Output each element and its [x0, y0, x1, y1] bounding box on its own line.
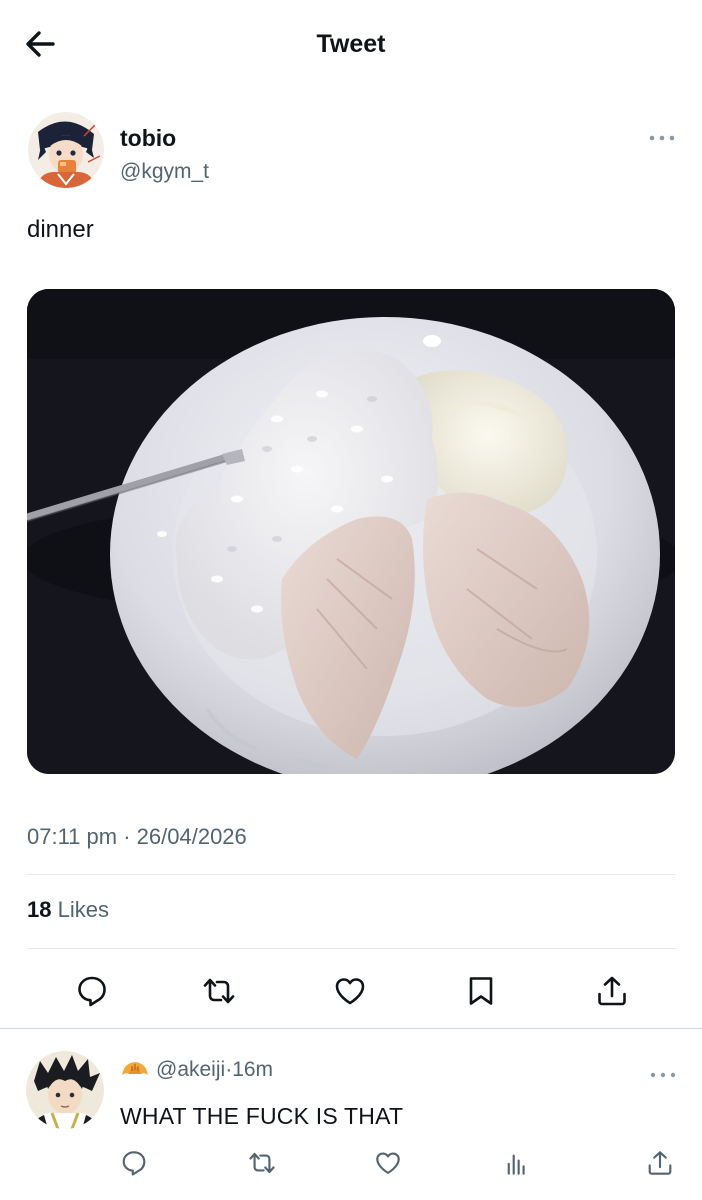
reply-separator: ·	[225, 1058, 233, 1081]
reply-tweet[interactable]: @akeiji · 16m WHAT THE FUCK IS THAT	[0, 1029, 702, 1200]
tweet-text: dinner	[27, 216, 94, 243]
top-bar: Tweet	[0, 0, 702, 88]
retweet-icon[interactable]	[199, 971, 239, 1011]
reply-meta: @akeiji · 16m	[120, 1057, 273, 1083]
likes-count-link[interactable]: 18 Likes	[27, 897, 109, 923]
divider	[27, 874, 676, 875]
avatar[interactable]	[28, 112, 104, 188]
tweet-time: 07:11 pm	[27, 824, 118, 849]
reply-text: WHAT THE FUCK IS THAT	[120, 1103, 404, 1129]
retweet-icon[interactable]	[244, 1145, 280, 1181]
reply-age: 16m	[232, 1058, 274, 1081]
share-icon[interactable]	[642, 1145, 678, 1181]
tweet-timestamp[interactable]: 07:11 pm · 26/04/2026	[27, 824, 247, 850]
page-title: Tweet	[316, 30, 386, 58]
user-handle[interactable]: @kgym_t	[120, 160, 209, 184]
share-icon[interactable]	[592, 971, 632, 1011]
display-name[interactable]: tobio	[120, 125, 176, 152]
bookmark-icon[interactable]	[461, 971, 501, 1011]
more-dots-icon[interactable]	[648, 1065, 678, 1085]
reply-icon[interactable]	[116, 1145, 152, 1181]
likes-label: Likes	[57, 897, 109, 922]
tweet-author: tobio @kgym_t	[28, 112, 678, 192]
avatar[interactable]	[26, 1051, 104, 1129]
timestamp-separator: ·	[117, 824, 137, 849]
more-dots-icon[interactable]	[646, 128, 678, 148]
tweet-photo[interactable]	[27, 289, 675, 774]
analytics-icon[interactable]	[499, 1145, 535, 1181]
likes-count: 18	[27, 897, 52, 922]
reply-icon[interactable]	[72, 971, 112, 1011]
like-icon[interactable]	[370, 1145, 406, 1181]
divider	[27, 948, 676, 949]
reply-handle[interactable]: @akeiji	[156, 1058, 225, 1082]
tweet-date: 26/04/2026	[136, 824, 247, 849]
like-icon[interactable]	[330, 971, 370, 1011]
croissant-icon	[122, 1062, 148, 1075]
